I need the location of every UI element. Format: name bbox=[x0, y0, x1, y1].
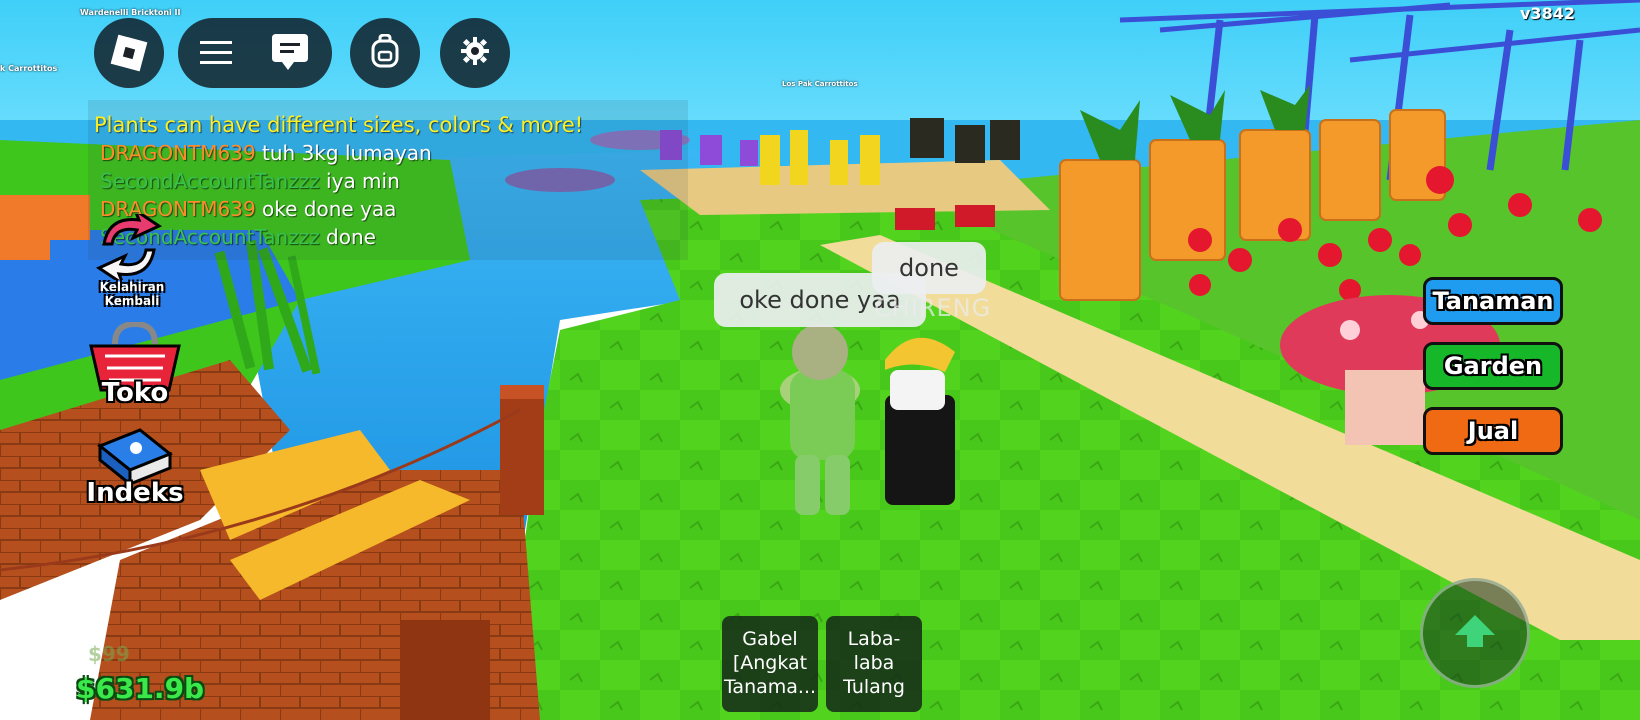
backpack-button[interactable] bbox=[350, 18, 420, 88]
chat-system-message: Plants can have different sizes, colors … bbox=[94, 113, 583, 137]
jump-arrow-icon bbox=[1453, 613, 1497, 653]
shop-button[interactable]: Toko bbox=[80, 320, 190, 412]
chat-username[interactable]: DRAGONTM639 bbox=[100, 141, 256, 165]
settings-button[interactable] bbox=[440, 18, 510, 88]
rebirth-arrow-icon bbox=[94, 206, 164, 288]
money-amount: $631.9b bbox=[76, 672, 205, 705]
roblox-menu-button[interactable] bbox=[94, 18, 164, 88]
chat-message-text: oke done yaa bbox=[262, 197, 397, 221]
jump-button[interactable] bbox=[1420, 578, 1530, 688]
chat-line: DRAGONTM639 tuh 3kg lumayan bbox=[100, 141, 432, 165]
sell-button-label: Jual bbox=[1467, 417, 1519, 445]
hotbar-slot-label: Laba-laba Tulang bbox=[843, 628, 905, 698]
chat-message-text: iya min bbox=[326, 169, 400, 193]
version-label: v3842 bbox=[1520, 4, 1575, 23]
backpack-icon bbox=[370, 33, 400, 72]
sell-button[interactable]: Jual bbox=[1423, 407, 1563, 455]
hotbar-slot[interactable]: Laba-laba Tulang bbox=[826, 616, 922, 712]
roblox-logo-icon bbox=[110, 34, 148, 72]
hamburger-menu-icon[interactable] bbox=[200, 41, 232, 65]
plants-button[interactable]: Tanaman bbox=[1423, 277, 1563, 325]
index-button[interactable]: Indeks bbox=[80, 426, 190, 516]
chat-icon[interactable] bbox=[270, 34, 310, 72]
rebirth-button[interactable]: Kelahiran Kembali bbox=[72, 206, 192, 308]
speech-bubble-player2: done bbox=[872, 242, 986, 294]
garden-button[interactable]: Garden bbox=[1423, 342, 1563, 390]
gear-icon bbox=[460, 36, 490, 70]
rebirth-label: Kelahiran Kembali bbox=[99, 280, 165, 308]
plants-button-label: Tanaman bbox=[1432, 287, 1554, 315]
shop-label: Toko bbox=[101, 378, 169, 408]
player-nametag: CHIRENG bbox=[874, 294, 992, 322]
index-label: Indeks bbox=[86, 478, 184, 508]
chat-message-text: done bbox=[326, 225, 376, 249]
money-faded-text: $99 bbox=[88, 642, 130, 666]
hotbar-slot-label: Gabel [Angkat Tanama... bbox=[723, 628, 817, 698]
world-sign-left: k Carrottitos bbox=[0, 64, 58, 73]
chat-message-text: Plants can have different sizes, colors … bbox=[94, 113, 584, 137]
chat-message-text: tuh 3kg lumayan bbox=[262, 141, 432, 165]
world-sign-center: Los Pak Carrottitos bbox=[782, 80, 858, 88]
hotbar-slot[interactable]: Gabel [Angkat Tanama... bbox=[722, 616, 818, 712]
menu-chat-button-group bbox=[178, 18, 332, 88]
garden-button-label: Garden bbox=[1443, 352, 1543, 380]
world-sign-top-left: Wardenelli Bricktoni II bbox=[80, 8, 181, 17]
player-avatar-blonde bbox=[885, 337, 955, 505]
chat-username[interactable]: SecondAccountTanzzz bbox=[100, 169, 320, 193]
chat-line: SecondAccountTanzzz iya min bbox=[100, 169, 400, 193]
